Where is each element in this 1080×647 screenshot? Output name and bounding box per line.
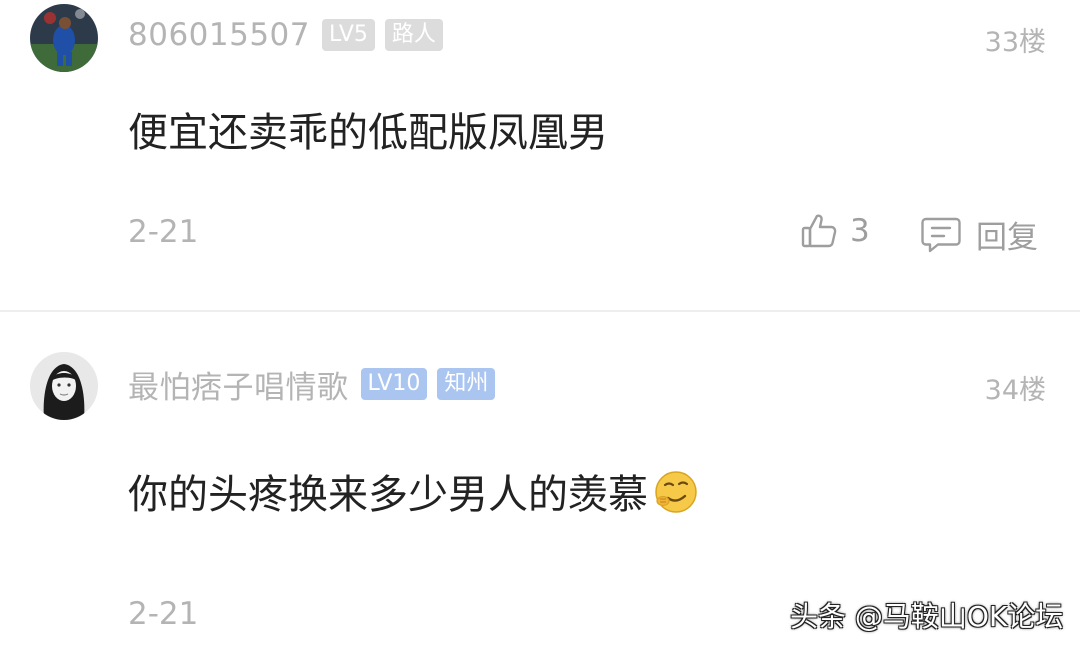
like-count: 3 (850, 213, 870, 249)
comment-text-body: 你的头疼换来多少男人的羡慕 (128, 472, 648, 518)
username[interactable]: 806015507 (128, 17, 310, 53)
comment-text-body: 便宜还卖乖的低配版凤凰男 (128, 110, 608, 156)
user-info: 最怕痞子唱情歌 LV10 知州 (128, 362, 496, 407)
comment-text: 便宜还卖乖的低配版凤凰男 (128, 100, 608, 158)
level-badge: LV10 (360, 368, 428, 400)
floor-number: 34楼 (984, 375, 1046, 406)
comment-date: 2-21 (128, 596, 199, 632)
thumbs-up-icon (800, 212, 838, 250)
user-info: 806015507 LV5 路人 (128, 15, 443, 55)
comment-text: 你的头疼换来多少男人的羡慕 (128, 462, 700, 520)
reply-label: 回复 (976, 220, 1038, 256)
username[interactable]: 最怕痞子唱情歌 (128, 362, 349, 407)
reply-button[interactable]: 回复 (920, 212, 1038, 257)
comment-33: 806015507 LV5 路人 33楼 便宜还卖乖的低配版凤凰男 2-21 3… (0, 0, 1080, 310)
level-badge: LV5 (322, 19, 375, 51)
like-button[interactable]: 3 (800, 212, 870, 250)
smirk-emoji-icon (652, 467, 700, 515)
rank-badge: 知州 (437, 368, 496, 400)
rank-badge: 路人 (384, 19, 443, 51)
source-watermark: 头条 @马鞍山OK论坛 (790, 600, 1064, 633)
comment-bubble-icon (920, 215, 962, 255)
user-avatar[interactable] (30, 352, 98, 420)
user-avatar[interactable] (30, 4, 98, 72)
comment-date: 2-21 (128, 214, 199, 250)
floor-number: 33楼 (984, 27, 1046, 58)
